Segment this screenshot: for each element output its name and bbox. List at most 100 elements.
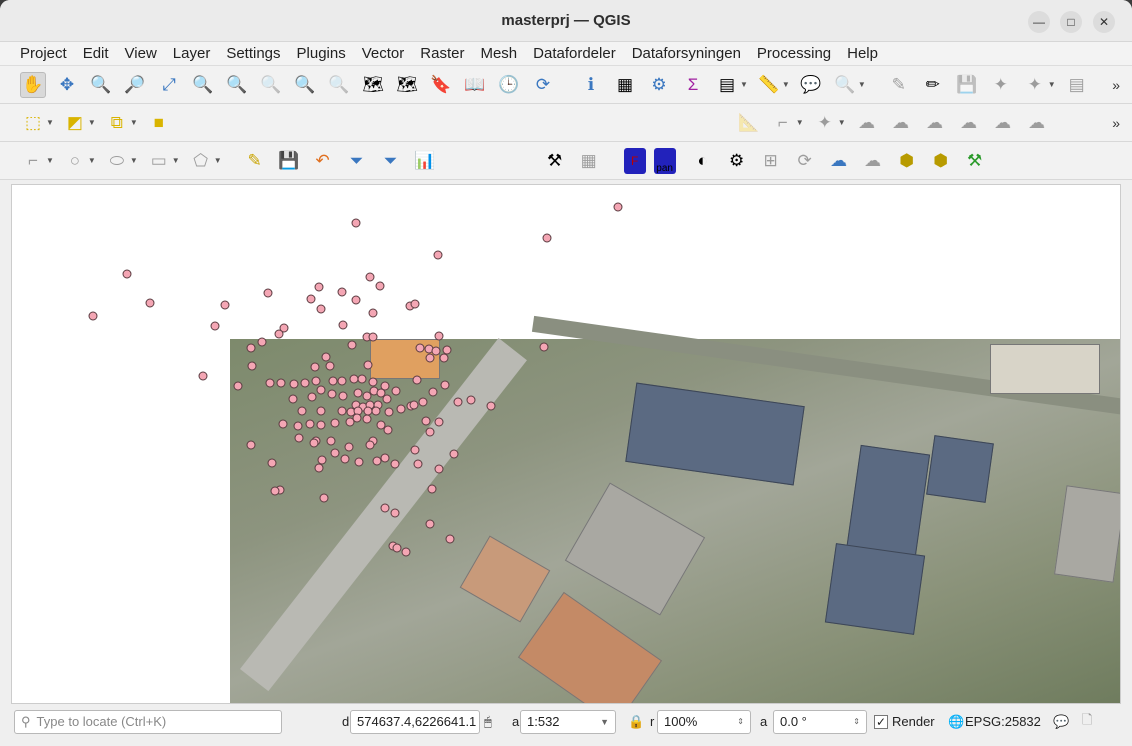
refresh-icon[interactable]: ⟳ xyxy=(530,72,556,98)
point-feature[interactable] xyxy=(412,375,422,385)
point-feature[interactable] xyxy=(316,420,326,430)
crs-button[interactable]: EPSG:25832 xyxy=(965,714,1041,729)
render-checkbox[interactable]: ✓ xyxy=(874,714,888,729)
deselect-icon[interactable]: ⧉ xyxy=(104,110,130,136)
point-feature[interactable] xyxy=(330,418,340,428)
show-bookmarks-icon[interactable]: 📖 xyxy=(462,72,488,98)
point-feature[interactable] xyxy=(122,269,132,279)
lock-scale-icon[interactable]: 🔒 xyxy=(628,714,644,730)
point-feature[interactable] xyxy=(337,376,347,386)
style-manager-icon[interactable]: 📊 xyxy=(412,148,438,174)
select-by-polygon-icon[interactable]: ◩ xyxy=(62,110,88,136)
menu-mesh[interactable]: Mesh xyxy=(472,45,525,62)
add-line-icon[interactable]: ⌐ xyxy=(20,148,46,174)
menu-datafordeler[interactable]: Datafordeler xyxy=(525,45,624,62)
point-feature[interactable] xyxy=(440,380,450,390)
point-feature[interactable] xyxy=(415,343,425,353)
point-feature[interactable] xyxy=(427,484,437,494)
digitize-icon[interactable]: ✎ xyxy=(886,72,912,98)
scale-combobox[interactable]: 1:532 ▼ xyxy=(520,709,616,734)
point-feature[interactable] xyxy=(88,311,98,321)
menu-dataforsyningen[interactable]: Dataforsyningen xyxy=(624,45,749,62)
point-feature[interactable] xyxy=(328,376,338,386)
menu-project[interactable]: Project xyxy=(12,45,75,62)
select-by-location-pin-icon[interactable]: ■ xyxy=(146,110,172,136)
point-feature[interactable] xyxy=(314,463,324,473)
point-feature[interactable] xyxy=(220,300,230,310)
point-feature[interactable] xyxy=(391,386,401,396)
advanced-digitizing-icon[interactable]: 📐 xyxy=(736,110,762,136)
coordinate-field[interactable]: 574637.4,6226641.1 xyxy=(350,709,480,734)
close-button[interactable]: ✕ xyxy=(1093,11,1115,33)
temporal-controller-icon[interactable]: 🕒 xyxy=(496,72,522,98)
log-icon[interactable]: 🗋 xyxy=(1082,711,1092,733)
point-feature[interactable] xyxy=(314,282,324,292)
point-feature[interactable] xyxy=(365,440,375,450)
tools-icon[interactable]: ⚒ xyxy=(962,148,988,174)
point-feature[interactable] xyxy=(330,448,340,458)
menu-view[interactable]: View xyxy=(117,45,165,62)
point-feature[interactable] xyxy=(338,320,348,330)
point-feature[interactable] xyxy=(539,342,549,352)
field-calculator-icon[interactable]: ▤ xyxy=(714,72,740,98)
menu-edit[interactable]: Edit xyxy=(75,45,117,62)
point-feature[interactable] xyxy=(263,288,273,298)
plugin-table-icon[interactable]: ▦ xyxy=(576,148,602,174)
point-feature[interactable] xyxy=(276,378,286,388)
remove-filter-icon[interactable]: ⏷ xyxy=(378,148,404,174)
measure-icon[interactable]: 📏 xyxy=(756,72,782,98)
add-ellipse-icon[interactable]: ⬭ xyxy=(104,148,130,174)
point-feature[interactable] xyxy=(337,287,347,297)
offset-curve-icon[interactable]: ☁ xyxy=(888,110,914,136)
point-feature[interactable] xyxy=(274,329,284,339)
rotate-point-icon[interactable]: ☁ xyxy=(990,110,1016,136)
menu-help[interactable]: Help xyxy=(839,45,886,62)
point-feature[interactable] xyxy=(449,449,459,459)
point-feature[interactable] xyxy=(453,397,463,407)
messages-icon[interactable]: 💬 xyxy=(1053,714,1069,730)
select-by-location-icon[interactable]: 🔍 xyxy=(832,72,858,98)
point-feature[interactable] xyxy=(337,406,347,416)
point-feature[interactable] xyxy=(311,376,321,386)
plugin-tool-icon[interactable]: ⚒ xyxy=(542,148,568,174)
point-feature[interactable] xyxy=(210,321,220,331)
point-feature[interactable] xyxy=(270,486,280,496)
menu-settings[interactable]: Settings xyxy=(218,45,288,62)
globe-icon[interactable]: 🌐 xyxy=(948,714,964,730)
plugin-f-icon[interactable]: F xyxy=(623,147,646,174)
point-feature[interactable] xyxy=(368,332,378,342)
point-feature[interactable] xyxy=(267,458,277,468)
point-feature[interactable] xyxy=(421,416,431,426)
point-feature[interactable] xyxy=(354,457,364,467)
vertex-tool-icon[interactable]: ✦ xyxy=(1022,72,1048,98)
point-feature[interactable] xyxy=(309,438,319,448)
point-feature[interactable] xyxy=(384,407,394,417)
zoom-to-selection-icon[interactable]: 🔍 xyxy=(190,72,216,98)
reshape-icon[interactable]: ☁ xyxy=(854,110,880,136)
point-feature[interactable] xyxy=(371,406,381,416)
point-feature[interactable] xyxy=(542,233,552,243)
magnifier-spinbox[interactable]: 100% ⇕ xyxy=(657,709,751,734)
point-feature[interactable] xyxy=(353,388,363,398)
point-feature[interactable] xyxy=(289,379,299,389)
save-layer-edits-icon[interactable]: 💾 xyxy=(276,148,302,174)
point-feature[interactable] xyxy=(305,419,315,429)
processing-toolbox-icon[interactable]: ⚙ xyxy=(646,72,672,98)
point-feature[interactable] xyxy=(246,343,256,353)
point-feature[interactable] xyxy=(316,304,326,314)
settings-gear-icon[interactable]: ⚙ xyxy=(724,148,750,174)
point-feature[interactable] xyxy=(380,453,390,463)
point-feature[interactable] xyxy=(418,397,428,407)
point-feature[interactable] xyxy=(362,414,372,424)
point-feature[interactable] xyxy=(375,281,385,291)
point-feature[interactable] xyxy=(382,394,392,404)
point-feature[interactable] xyxy=(327,389,337,399)
menu-raster[interactable]: Raster xyxy=(412,45,472,62)
point-feature[interactable] xyxy=(288,394,298,404)
cloud-icon[interactable]: ☁ xyxy=(826,148,852,174)
menu-plugins[interactable]: Plugins xyxy=(289,45,354,62)
map-canvas[interactable] xyxy=(11,184,1121,704)
maximize-button[interactable]: □ xyxy=(1060,11,1082,33)
point-feature[interactable] xyxy=(434,331,444,341)
pan-to-selection-icon[interactable]: ✥ xyxy=(54,72,80,98)
